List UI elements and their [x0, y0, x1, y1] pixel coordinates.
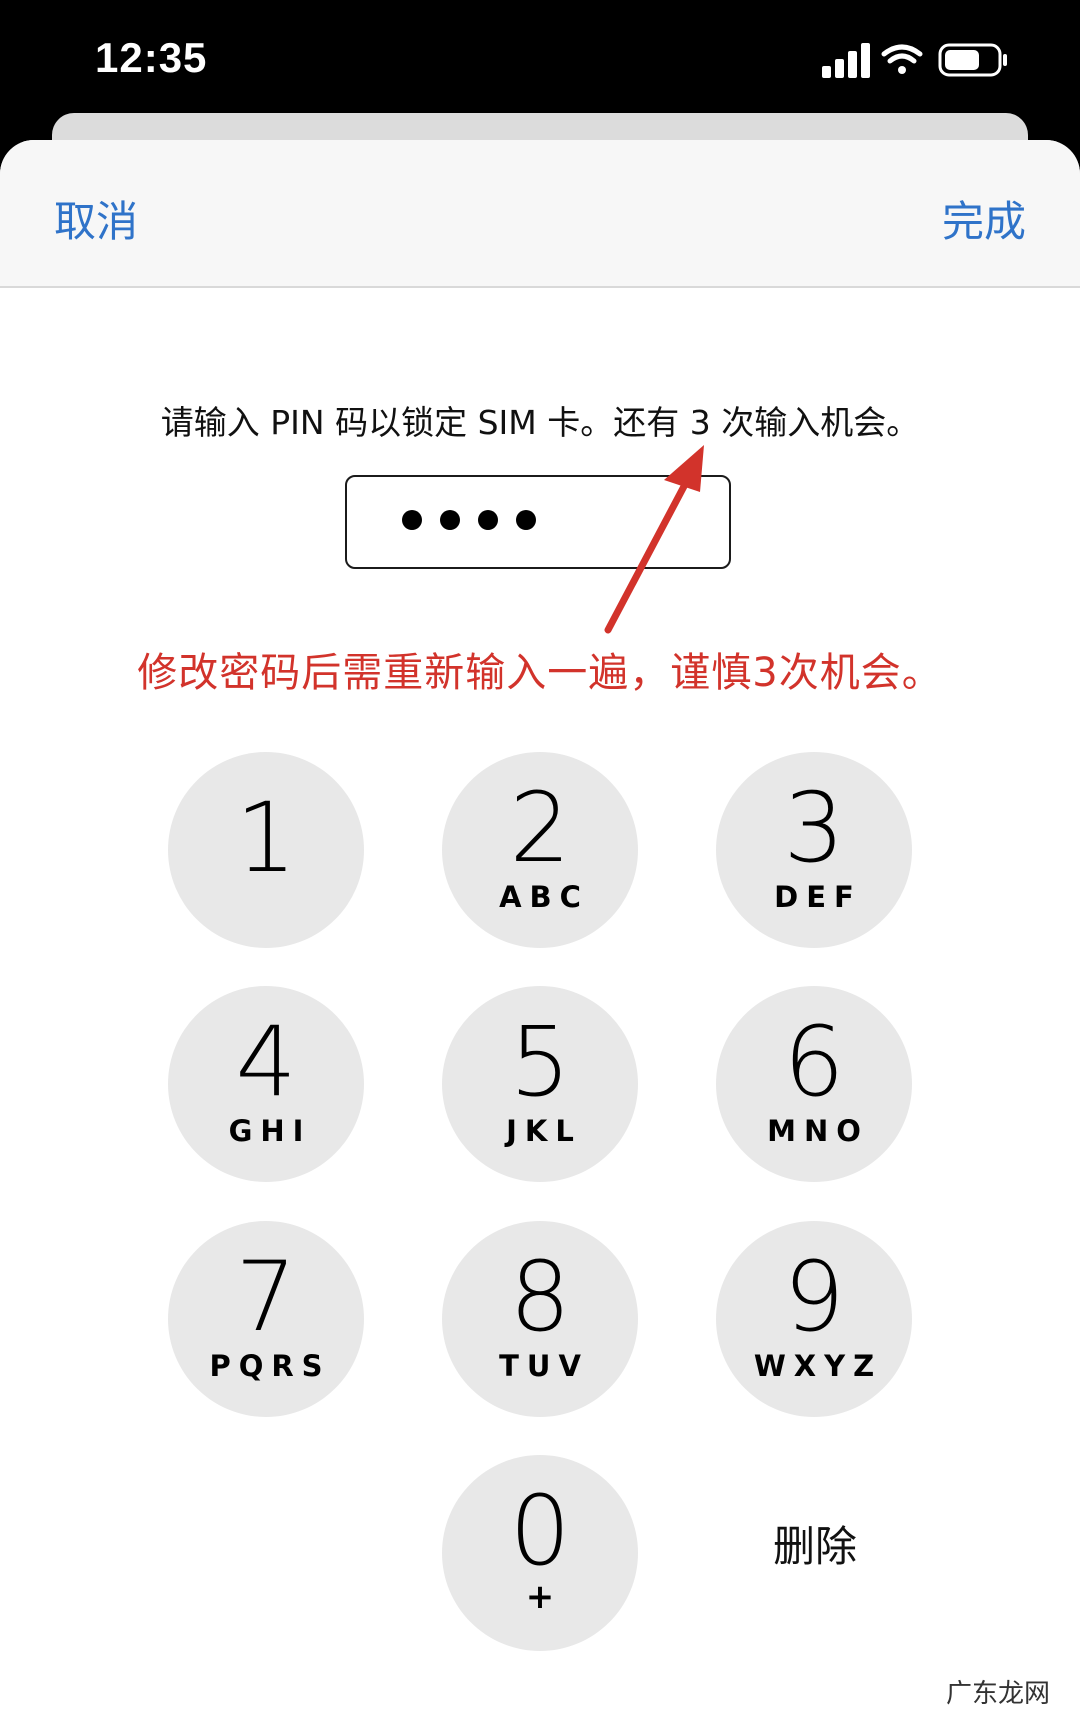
watermark: 广东龙网 — [945, 1673, 1050, 1710]
signal-icon — [822, 43, 870, 78]
key-letters: PQRS — [209, 1349, 331, 1383]
key-digit: 6 — [783, 1006, 845, 1118]
key-digit: 9 — [783, 1241, 845, 1353]
key-digit: 2 — [509, 772, 571, 884]
key-3[interactable]: 3 DEF — [716, 752, 912, 948]
key-digit: 8 — [509, 1241, 571, 1353]
key-letters: TUV — [499, 1349, 589, 1383]
battery-icon — [938, 43, 1007, 77]
key-digit: 4 — [235, 1006, 297, 1118]
key-2[interactable]: 2 ABC — [442, 752, 638, 948]
key-0[interactable]: 0 + — [442, 1455, 638, 1651]
key-letters: DEF — [774, 880, 862, 914]
status-icons — [822, 42, 1022, 82]
key-letters: MNO — [767, 1114, 869, 1148]
delete-button[interactable]: 删除 — [700, 1512, 930, 1575]
annotation-text: 修改密码后需重新输入一遍，谨慎3次机会。 — [137, 650, 943, 696]
key-letters: JKL — [506, 1114, 582, 1148]
annotation-arrow — [604, 445, 704, 634]
key-letters: WXYZ — [753, 1349, 883, 1383]
status-bar: 12:35 — [0, 0, 1080, 115]
key-letters: GHI — [228, 1114, 312, 1148]
key-7[interactable]: 7 PQRS — [168, 1221, 364, 1417]
pin-sheet: 取消 完成 请输入 PIN 码以锁定 SIM 卡。还有 3 次输入机会。 修改密… — [0, 140, 1080, 1720]
key-8[interactable]: 8 TUV — [442, 1221, 638, 1417]
wifi-icon — [881, 44, 923, 74]
key-digit: 7 — [235, 1241, 297, 1353]
key-digit: 1 — [235, 782, 297, 894]
key-digit: 3 — [783, 772, 845, 884]
key-digit: 5 — [509, 1006, 571, 1118]
key-4[interactable]: 4 GHI — [168, 986, 364, 1182]
status-time: 12:35 — [95, 34, 208, 81]
key-9[interactable]: 9 WXYZ — [716, 1221, 912, 1417]
key-digit: 0 — [509, 1475, 571, 1587]
key-6[interactable]: 6 MNO — [716, 986, 912, 1182]
key-letters: ABC — [499, 880, 589, 914]
key-5[interactable]: 5 JKL — [442, 986, 638, 1182]
key-letters: + — [525, 1577, 563, 1617]
key-1[interactable]: 1 — [168, 752, 364, 948]
